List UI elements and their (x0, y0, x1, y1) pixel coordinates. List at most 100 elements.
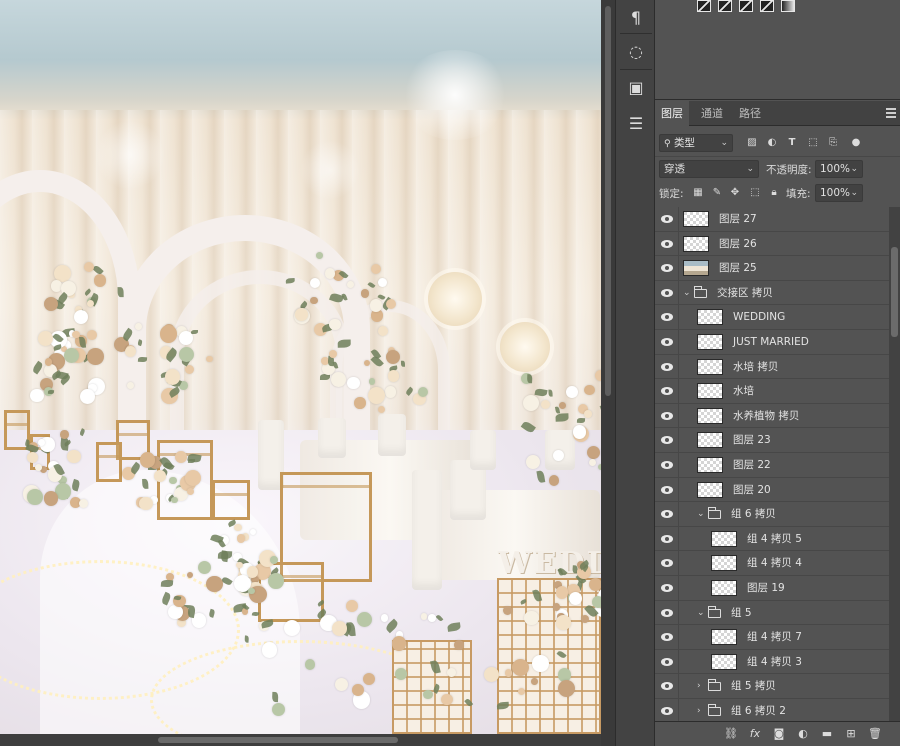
visibility-eye-icon[interactable] (661, 263, 673, 273)
swatch-icon[interactable]: ▣ (621, 72, 651, 102)
layer-name[interactable]: 图层 20 (733, 478, 771, 502)
visibility-eye-icon[interactable] (661, 485, 673, 495)
layer-row[interactable]: 组 4 拷贝 5 (655, 526, 889, 552)
layer-row[interactable]: 水培 (655, 379, 889, 404)
filter-pixel-icon[interactable]: ▨ (746, 137, 758, 149)
lock-position-icon[interactable]: ✥ (729, 187, 741, 199)
layer-name[interactable]: 组 6 拷贝 2 (731, 699, 786, 721)
layer-row[interactable]: 水养植物 拷贝 (655, 403, 889, 429)
canvas-vertical-scrollbar[interactable] (601, 0, 615, 746)
visibility-eye-icon[interactable] (661, 558, 673, 568)
layer-name[interactable]: 交接区 拷贝 (717, 281, 773, 305)
layer-row[interactable]: 图层 25 (655, 256, 889, 281)
layer-row[interactable]: 组 4 拷贝 3 (655, 649, 889, 675)
document-canvas[interactable]: WEDDI (0, 0, 601, 734)
visibility-eye-icon[interactable] (661, 239, 673, 249)
add-mask-icon[interactable]: ◙ (771, 726, 787, 742)
delete-layer-icon[interactable]: 🗑 (867, 726, 883, 742)
visibility-eye-icon[interactable] (661, 657, 673, 667)
selective-color-icon[interactable] (760, 0, 774, 12)
paragraph-icon[interactable]: ¶ (621, 2, 651, 32)
panel-menu-icon[interactable] (886, 108, 896, 118)
lock-pixels-icon[interactable]: ✎ (711, 187, 723, 199)
scroll-thumb[interactable] (158, 737, 398, 743)
layer-name[interactable]: 图层 25 (719, 256, 757, 280)
layer-name[interactable]: 水养植物 拷贝 (733, 404, 799, 428)
adjustment-layer-icon[interactable]: ◐ (795, 726, 811, 742)
layer-row[interactable]: 组 4 拷贝 4 (655, 551, 889, 576)
layer-name[interactable]: 图层 26 (719, 232, 757, 256)
layer-row[interactable]: 组 4 拷贝 7 (655, 625, 889, 650)
new-layer-icon[interactable]: ⊞ (843, 726, 859, 742)
layer-name[interactable]: 组 4 拷贝 5 (747, 527, 802, 551)
tab-paths[interactable]: 路径 (733, 101, 767, 126)
layer-name[interactable]: 组 5 (731, 601, 752, 625)
fill-field[interactable]: 100% ⌄ (815, 184, 863, 202)
lock-transparent-icon[interactable]: ▦ (692, 187, 704, 199)
expand-chevron-right-icon[interactable]: › (697, 699, 701, 721)
exposure-icon[interactable] (718, 0, 732, 12)
filter-smart-object-icon[interactable]: ⎘ (827, 137, 839, 149)
visibility-eye-icon[interactable] (661, 632, 673, 642)
layer-name[interactable]: WEDDING (733, 305, 785, 329)
tab-channels[interactable]: 通道 (695, 101, 729, 126)
visibility-eye-icon[interactable] (661, 608, 673, 618)
layer-row[interactable]: 图层 22 (655, 452, 889, 478)
layer-row[interactable]: WEDDING (655, 305, 889, 330)
layer-group-row[interactable]: › 组 5 拷贝 (655, 674, 889, 699)
visibility-eye-icon[interactable] (661, 337, 673, 347)
filter-adjustment-icon[interactable]: ◐ (766, 137, 778, 149)
layer-name[interactable]: 图层 22 (733, 453, 771, 477)
layer-group-row[interactable]: ⌄ 组 5 (655, 600, 889, 626)
visibility-eye-icon[interactable] (661, 509, 673, 519)
expand-chevron-down-icon[interactable]: ⌄ (697, 601, 705, 625)
scroll-thumb[interactable] (605, 6, 611, 396)
visibility-eye-icon[interactable] (661, 386, 673, 396)
blend-mode-dropdown[interactable]: 穿透 ⌄ (659, 160, 759, 178)
layer-name[interactable]: 水培 拷贝 (733, 355, 778, 379)
layer-name[interactable]: 组 4 拷贝 7 (747, 625, 802, 649)
layer-group-row[interactable]: ⌄ 组 6 拷贝 (655, 502, 889, 527)
layer-name[interactable]: 水培 (733, 379, 754, 403)
tab-layers[interactable]: 图层 (655, 101, 689, 126)
link-layers-icon[interactable]: ⛓ (723, 726, 739, 742)
curves-icon[interactable] (697, 0, 711, 12)
properties-sliders-icon[interactable]: ☰ (621, 108, 651, 138)
layer-row[interactable]: JUST MARRIED (655, 329, 889, 355)
visibility-eye-icon[interactable] (661, 435, 673, 445)
layer-name[interactable]: 图层 19 (747, 576, 785, 600)
opacity-field[interactable]: 100% ⌄ (815, 160, 863, 178)
visibility-eye-icon[interactable] (661, 460, 673, 470)
layer-row[interactable]: 水培 拷贝 (655, 354, 889, 380)
layer-name[interactable]: JUST MARRIED (733, 330, 809, 354)
expand-chevron-down-icon[interactable]: ⌄ (697, 502, 705, 526)
visibility-eye-icon[interactable] (661, 706, 673, 716)
layer-list-scrollbar[interactable] (889, 207, 900, 721)
visibility-eye-icon[interactable] (661, 312, 673, 322)
visibility-eye-icon[interactable] (661, 534, 673, 544)
visibility-eye-icon[interactable] (661, 411, 673, 421)
scroll-thumb[interactable] (891, 247, 898, 337)
visibility-eye-icon[interactable] (661, 288, 673, 298)
layer-name[interactable]: 组 4 拷贝 3 (747, 650, 802, 674)
visibility-eye-icon[interactable] (661, 362, 673, 372)
expand-chevron-right-icon[interactable]: › (697, 674, 701, 698)
expand-chevron-down-icon[interactable]: ⌄ (683, 281, 691, 305)
gradient-icon[interactable] (781, 0, 795, 12)
filter-shape-icon[interactable]: ⬚ (807, 137, 819, 149)
new-group-icon[interactable]: ▬ (819, 726, 835, 742)
filter-kind-dropdown[interactable]: ⚲ 类型 ⌄ (659, 134, 733, 152)
gradient-map-icon[interactable] (739, 0, 753, 12)
visibility-eye-icon[interactable] (661, 583, 673, 593)
layer-group-row[interactable]: › 组 6 拷贝 2 (655, 698, 889, 721)
layer-row[interactable]: 图层 23 (655, 428, 889, 453)
filter-toggle-icon[interactable]: ● (850, 137, 862, 149)
canvas-horizontal-scrollbar[interactable] (0, 734, 601, 746)
layer-name[interactable]: 组 4 拷贝 4 (747, 551, 802, 575)
layer-row[interactable]: 图层 19 (655, 575, 889, 601)
layer-name[interactable]: 图层 23 (733, 428, 771, 452)
visibility-eye-icon[interactable] (661, 681, 673, 691)
filter-type-icon[interactable]: T (786, 137, 798, 149)
layer-row[interactable]: 图层 20 (655, 477, 889, 503)
fx-icon[interactable]: fx (747, 726, 763, 742)
